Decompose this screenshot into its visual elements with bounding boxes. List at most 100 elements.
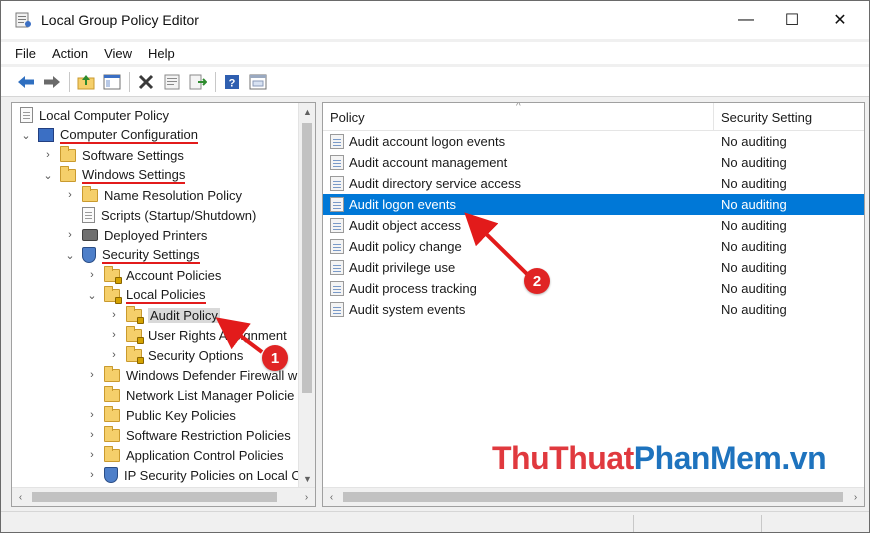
list-row-audit-process-tracking[interactable]: Audit process tracking No auditing	[323, 278, 864, 299]
tree-item-local-policies[interactable]: ⌄ Local Policies	[86, 285, 206, 305]
gpedit-app-icon	[15, 12, 31, 28]
folder-icon	[60, 145, 76, 162]
list-row-audit-account-management[interactable]: Audit account management No auditing	[323, 152, 864, 173]
maximize-button[interactable]: ☐	[769, 1, 815, 39]
list-row-audit-directory-service-access[interactable]: Audit directory service access No auditi…	[323, 173, 864, 194]
view-button[interactable]	[247, 71, 269, 93]
policy-setting-icon	[330, 302, 344, 317]
chevron-right-icon[interactable]: ›	[86, 369, 98, 381]
tree-item-security-options[interactable]: › Security Options	[108, 345, 243, 365]
menu-help[interactable]: Help	[148, 46, 175, 61]
tree-item-scripts[interactable]: Scripts (Startup/Shutdown)	[82, 205, 256, 225]
security-setting-value: No auditing	[721, 281, 787, 296]
scroll-left-icon[interactable]: ‹	[323, 488, 340, 506]
scroll-left-icon[interactable]: ‹	[12, 488, 29, 506]
scroll-right-icon[interactable]: ›	[847, 488, 864, 506]
menu-file[interactable]: File	[15, 46, 36, 61]
chevron-down-icon[interactable]: ⌄	[86, 289, 98, 302]
tree-item-public-key-policies[interactable]: › Public Key Policies	[86, 405, 236, 425]
tree-item-windows-defender-firewall[interactable]: › Windows Defender Firewall w	[86, 365, 297, 385]
policy-setting-icon	[330, 218, 344, 233]
chevron-right-icon[interactable]: ›	[86, 409, 98, 421]
chevron-down-icon[interactable]: ⌄	[64, 249, 76, 262]
properties-button[interactable]	[161, 71, 183, 93]
scroll-up-icon[interactable]: ▲	[299, 103, 315, 120]
list-row-audit-object-access[interactable]: Audit object access No auditing	[323, 215, 864, 236]
tree-item-account-policies[interactable]: › Account Policies	[86, 265, 221, 285]
tree-item-computer-configuration[interactable]: ⌄ Computer Configuration	[20, 125, 199, 145]
list-row-audit-policy-change[interactable]: Audit policy change No auditing	[323, 236, 864, 257]
tree-pane: Local Computer Policy ⌄ Computer Configu…	[11, 102, 316, 507]
close-button[interactable]: ✕	[817, 1, 863, 39]
tree-item-local-computer-policy[interactable]: Local Computer Policy	[20, 105, 169, 125]
tree-item-windows-settings[interactable]: ⌄ Windows Settings	[42, 165, 186, 185]
chevron-right-icon[interactable]: ›	[64, 229, 76, 241]
toolbar-separator	[215, 71, 216, 92]
chevron-right-icon[interactable]: ›	[108, 349, 120, 361]
scrollbar-thumb[interactable]	[302, 123, 312, 393]
printer-icon	[82, 229, 98, 241]
list-horizontal-scrollbar[interactable]: ‹ ›	[323, 487, 864, 506]
tree-item-user-rights-assignment[interactable]: › User Rights Assignment	[108, 325, 287, 345]
tree-vertical-scrollbar[interactable]: ▲ ▼	[298, 103, 315, 487]
tree-item-ip-security-policies[interactable]: › IP Security Policies on Local C	[86, 465, 300, 485]
tree-item-label: Local Computer Policy	[39, 107, 170, 123]
delete-button[interactable]	[135, 71, 157, 93]
column-header-policy[interactable]: Policy	[330, 110, 365, 125]
list-row-audit-system-events[interactable]: Audit system events No auditing	[323, 299, 864, 320]
tree-item-label: Local Policies	[126, 286, 206, 304]
toolbar-separator	[129, 71, 130, 92]
chevron-right-icon[interactable]: ›	[86, 269, 98, 281]
tree-item-software-settings[interactable]: › Software Settings	[42, 145, 184, 165]
tree-item-label: Network List Manager Policie	[126, 387, 295, 403]
chevron-right-icon[interactable]: ›	[64, 189, 76, 201]
list-row-audit-privilege-use[interactable]: Audit privilege use No auditing	[323, 257, 864, 278]
computer-icon	[38, 128, 54, 142]
minimize-button[interactable]: —	[723, 1, 769, 39]
show-hide-tree-button[interactable]	[101, 71, 123, 93]
chevron-right-icon[interactable]: ›	[108, 329, 120, 341]
chevron-right-icon[interactable]: ›	[86, 449, 98, 461]
policy-cell: Audit account management	[330, 155, 507, 170]
column-divider[interactable]	[713, 103, 714, 131]
tree-item-application-control-policies[interactable]: › Application Control Policies	[86, 445, 284, 465]
scroll-down-icon[interactable]: ▼	[299, 470, 315, 487]
tree-item-network-list-manager[interactable]: Network List Manager Policie	[104, 385, 294, 405]
scroll-right-icon[interactable]: ›	[298, 488, 315, 506]
policy-document-icon	[20, 107, 33, 123]
chevron-down-icon[interactable]: ⌄	[42, 169, 54, 182]
up-folder-icon	[77, 74, 95, 89]
list-row-audit-logon-events[interactable]: Audit logon events No auditing	[323, 194, 864, 215]
chevron-right-icon[interactable]: ›	[86, 429, 98, 441]
sort-ascending-icon: ^	[516, 102, 521, 112]
export-icon	[189, 74, 207, 89]
properties-icon	[164, 74, 180, 89]
scrollbar-thumb[interactable]	[343, 492, 843, 502]
tree-item-audit-policy[interactable]: › Audit Policy	[108, 305, 220, 325]
tree-horizontal-scrollbar[interactable]: ‹ ›	[12, 487, 315, 506]
watermark-part-1: ThuThuat	[492, 440, 634, 476]
menu-view[interactable]: View	[104, 46, 132, 61]
export-list-button[interactable]	[187, 71, 209, 93]
tree-item-name-resolution-policy[interactable]: › Name Resolution Policy	[64, 185, 242, 205]
scrollbar-thumb[interactable]	[32, 492, 277, 502]
chevron-right-icon[interactable]: ›	[42, 149, 54, 161]
forward-button[interactable]	[41, 71, 63, 93]
help-button[interactable]: ?	[221, 71, 243, 93]
chevron-right-icon[interactable]: ›	[108, 309, 120, 321]
folder-icon	[104, 425, 120, 442]
tree-item-security-settings[interactable]: ⌄ Security Settings	[64, 245, 200, 265]
chevron-down-icon[interactable]: ⌄	[20, 129, 32, 142]
back-button[interactable]	[15, 71, 37, 93]
status-bar	[1, 511, 869, 532]
tree-item-deployed-printers[interactable]: › Deployed Printers	[64, 225, 207, 245]
column-header-security-setting[interactable]: Security Setting	[721, 110, 812, 125]
menu-action[interactable]: Action	[52, 46, 88, 61]
folder-icon	[104, 365, 120, 382]
tree-item-software-restriction-policies[interactable]: › Software Restriction Policies	[86, 425, 291, 445]
minimize-icon: —	[738, 11, 754, 28]
show-hide-tree-icon	[103, 74, 121, 89]
list-row-audit-account-logon-events[interactable]: Audit account logon events No auditing	[323, 131, 864, 152]
chevron-right-icon[interactable]: ›	[86, 469, 98, 481]
up-button[interactable]	[75, 71, 97, 93]
